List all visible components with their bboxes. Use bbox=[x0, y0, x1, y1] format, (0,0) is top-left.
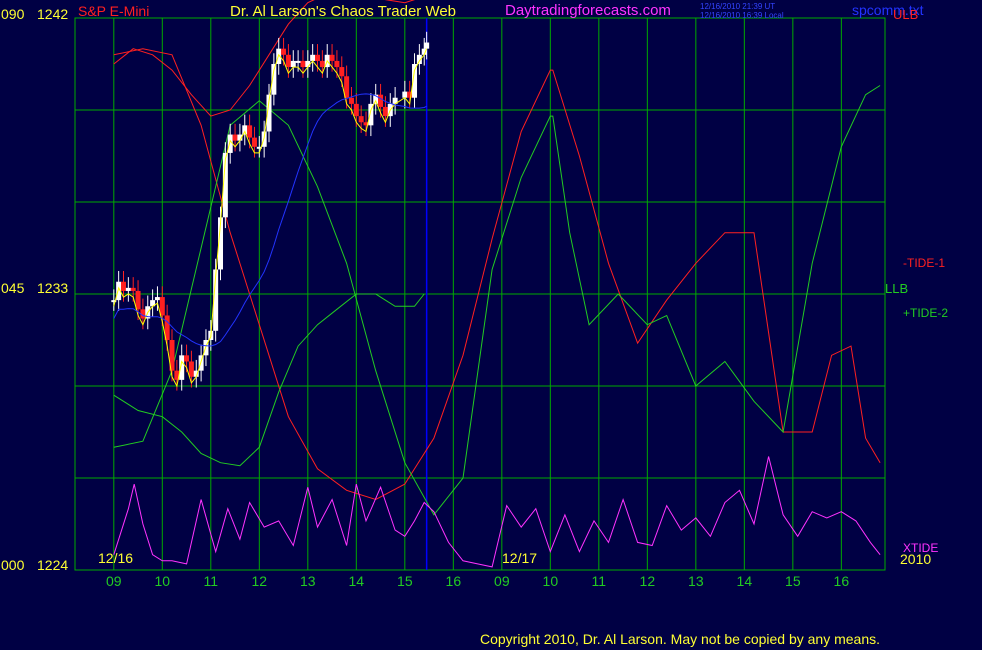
price-bar bbox=[285, 54, 291, 68]
price-bar bbox=[310, 54, 316, 61]
x-tick-label: 14 bbox=[349, 573, 365, 589]
price-bar bbox=[130, 287, 136, 291]
x-tick-label: 09 bbox=[494, 573, 510, 589]
series-line bbox=[113, 456, 881, 568]
price-bar bbox=[315, 54, 321, 61]
x-tick-label: 12 bbox=[252, 573, 268, 589]
copyright-notice: Copyright 2010, Dr. Al Larson. May not b… bbox=[480, 631, 881, 647]
x-tick-label: 10 bbox=[155, 573, 171, 589]
y-left-outer-mid: 045 bbox=[1, 280, 25, 296]
x-tick-label: 09 bbox=[106, 573, 122, 589]
y-left-outer-bottom: 000 bbox=[1, 557, 25, 573]
date-label-day1: 12/16 bbox=[98, 550, 134, 566]
price-bar bbox=[378, 94, 384, 107]
series-label-llb: LLB bbox=[885, 281, 909, 296]
price-bar bbox=[300, 60, 306, 68]
price-bar bbox=[319, 60, 325, 68]
price-bar bbox=[402, 91, 408, 98]
price-bar bbox=[179, 355, 185, 380]
price-bar bbox=[358, 116, 364, 123]
x-tick-label: 16 bbox=[834, 573, 850, 589]
chart-window: 09 10 11 12 13 14 15 16 09 10 11 12 13 14 15 16 S&P E-M… bbox=[0, 0, 982, 650]
price-bar bbox=[295, 60, 301, 63]
x-tick-label: 15 bbox=[785, 573, 801, 589]
series-line bbox=[113, 48, 881, 501]
price-bar bbox=[232, 134, 238, 141]
x-tick-label: 11 bbox=[204, 573, 219, 589]
x-tick-label: 12 bbox=[640, 573, 656, 589]
price-bar bbox=[339, 67, 345, 77]
series-label-ulb: ULB bbox=[893, 7, 919, 22]
price-bar bbox=[184, 355, 190, 362]
y-left-inner-bottom: 1224 bbox=[37, 557, 69, 573]
timestamp-ut: 12/16/2010 21:39 UT bbox=[700, 2, 776, 11]
price-bar bbox=[353, 103, 359, 117]
y-left-inner-mid: 1233 bbox=[37, 280, 69, 296]
series-label-xtide: XTIDE bbox=[903, 541, 939, 555]
x-tick-label: 16 bbox=[446, 573, 462, 589]
price-bar bbox=[159, 297, 165, 316]
symbol-title: S&P E-Mini bbox=[78, 3, 150, 19]
y-left-outer-top: 090 bbox=[1, 6, 25, 22]
x-tick-label: 13 bbox=[688, 573, 704, 589]
price-bar bbox=[424, 42, 430, 49]
price-bar bbox=[188, 361, 194, 377]
x-tick-label: 13 bbox=[300, 573, 316, 589]
price-bar bbox=[382, 106, 388, 117]
timestamp-local: 12/16/2010 16:39 Local bbox=[700, 11, 784, 20]
y-left-inner-top: 1242 bbox=[37, 6, 69, 22]
price-bar bbox=[290, 60, 296, 68]
price-bar bbox=[305, 60, 311, 68]
site-link[interactable]: Daytradingforecasts.com bbox=[505, 3, 671, 18]
series-label-tide-2: +TIDE-2 bbox=[903, 306, 949, 320]
series-line bbox=[113, 293, 425, 467]
price-bar bbox=[334, 60, 340, 68]
price-bar bbox=[135, 290, 141, 310]
price-bar bbox=[121, 281, 127, 291]
price-bar bbox=[227, 134, 233, 153]
price-bar bbox=[348, 97, 354, 104]
price-bar bbox=[329, 54, 335, 61]
x-tick-label: 10 bbox=[543, 573, 559, 589]
chart-main-title: Dr. Al Larson's Chaos Trader Web bbox=[230, 3, 457, 20]
price-bar bbox=[154, 297, 160, 301]
series-label-tide-1: -TIDE-1 bbox=[903, 256, 945, 270]
price-bar bbox=[125, 287, 131, 291]
price-bar bbox=[251, 137, 257, 147]
price-bar bbox=[247, 125, 253, 138]
price-bar bbox=[242, 125, 248, 135]
chart-svg: 09 10 11 12 13 14 15 16 09 10 11 12 13 14 15 16 bbox=[74, 0, 886, 589]
x-tick-label: 11 bbox=[592, 573, 607, 589]
date-label-day2: 12/17 bbox=[502, 550, 538, 566]
x-tick-label: 15 bbox=[397, 573, 413, 589]
price-bar bbox=[281, 48, 287, 55]
x-tick-label: 14 bbox=[737, 573, 753, 589]
